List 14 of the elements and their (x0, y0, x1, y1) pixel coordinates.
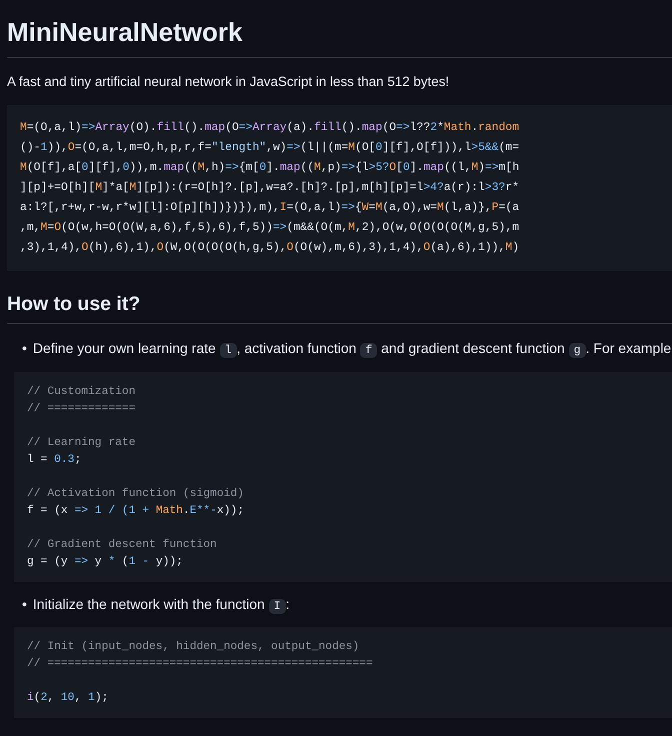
code-block: // Customization // ============= // Learning rate l = 0.3; // Activation function (sigmoid) f = (x => 1 / (1 + Math.E**-x)); // Gradient descent function g = (y => y * (1 - y)); (14, 372, 672, 582)
page-title: MiniNeuralNetwork (7, 16, 242, 48)
description-text: A fast and tiny artificial neural network in JavaScript in less than 512 bytes! (7, 72, 450, 91)
bullet: • (22, 594, 27, 614)
section-heading: How to use it? (7, 293, 140, 316)
step-text: Define your own learning rate l , activation function f and gradient descent function g . For example: (32, 339, 672, 360)
inline-code: I (268, 598, 286, 614)
inline-code: g (568, 343, 586, 358)
code-block: M=(O,a,l)=>Array(O).fill().map(O=>Array(a).fill().map(O=>l??2*Math.random ()-1)),O=(O,a,l,m=O,h,p,r,f="length",w)=>(l||(m=M(O[0][f],O[f])),l>5&&(m= M(O[f],a[0][f],0)),m.map((M,h)=>{m[0].map((M,p)=>{l>5?O[0].map((l,M)=>m[h ][p]+=O[h][M]*a[M][p]):(r=O[h]?.[p],w=a?.[h]?.[p],m[h][p]=l>4?a(r):l>3?r* a:l?[,r+w,r-w,r*w][l]:O[p][h])})}),m),I=(O,a,l)=>{W=M(a,O),w=M(l,a)},P=(a ,m,M=O(O(w,h=O(O(W,a,6),f,5),6),f,5))=>(m&&(O(m,M,2),O(w,O(O(O(O(M,g,5),m ,3),1,4),O(h),6),1),O(W,O(O(O(O(h,g,5),O(O(w),m,6),3),1,4),O(a),6),1)),M) (7, 105, 672, 272)
inline-code: f (360, 343, 378, 358)
step-text: Initialize the network with the function I : (32, 594, 290, 615)
code-block: // Init (input_nodes, hidden_nodes, output_nodes) // ================================================ i(2, 10, 1); (14, 626, 672, 718)
bullet: • (22, 339, 27, 358)
inline-code: l (220, 343, 237, 358)
